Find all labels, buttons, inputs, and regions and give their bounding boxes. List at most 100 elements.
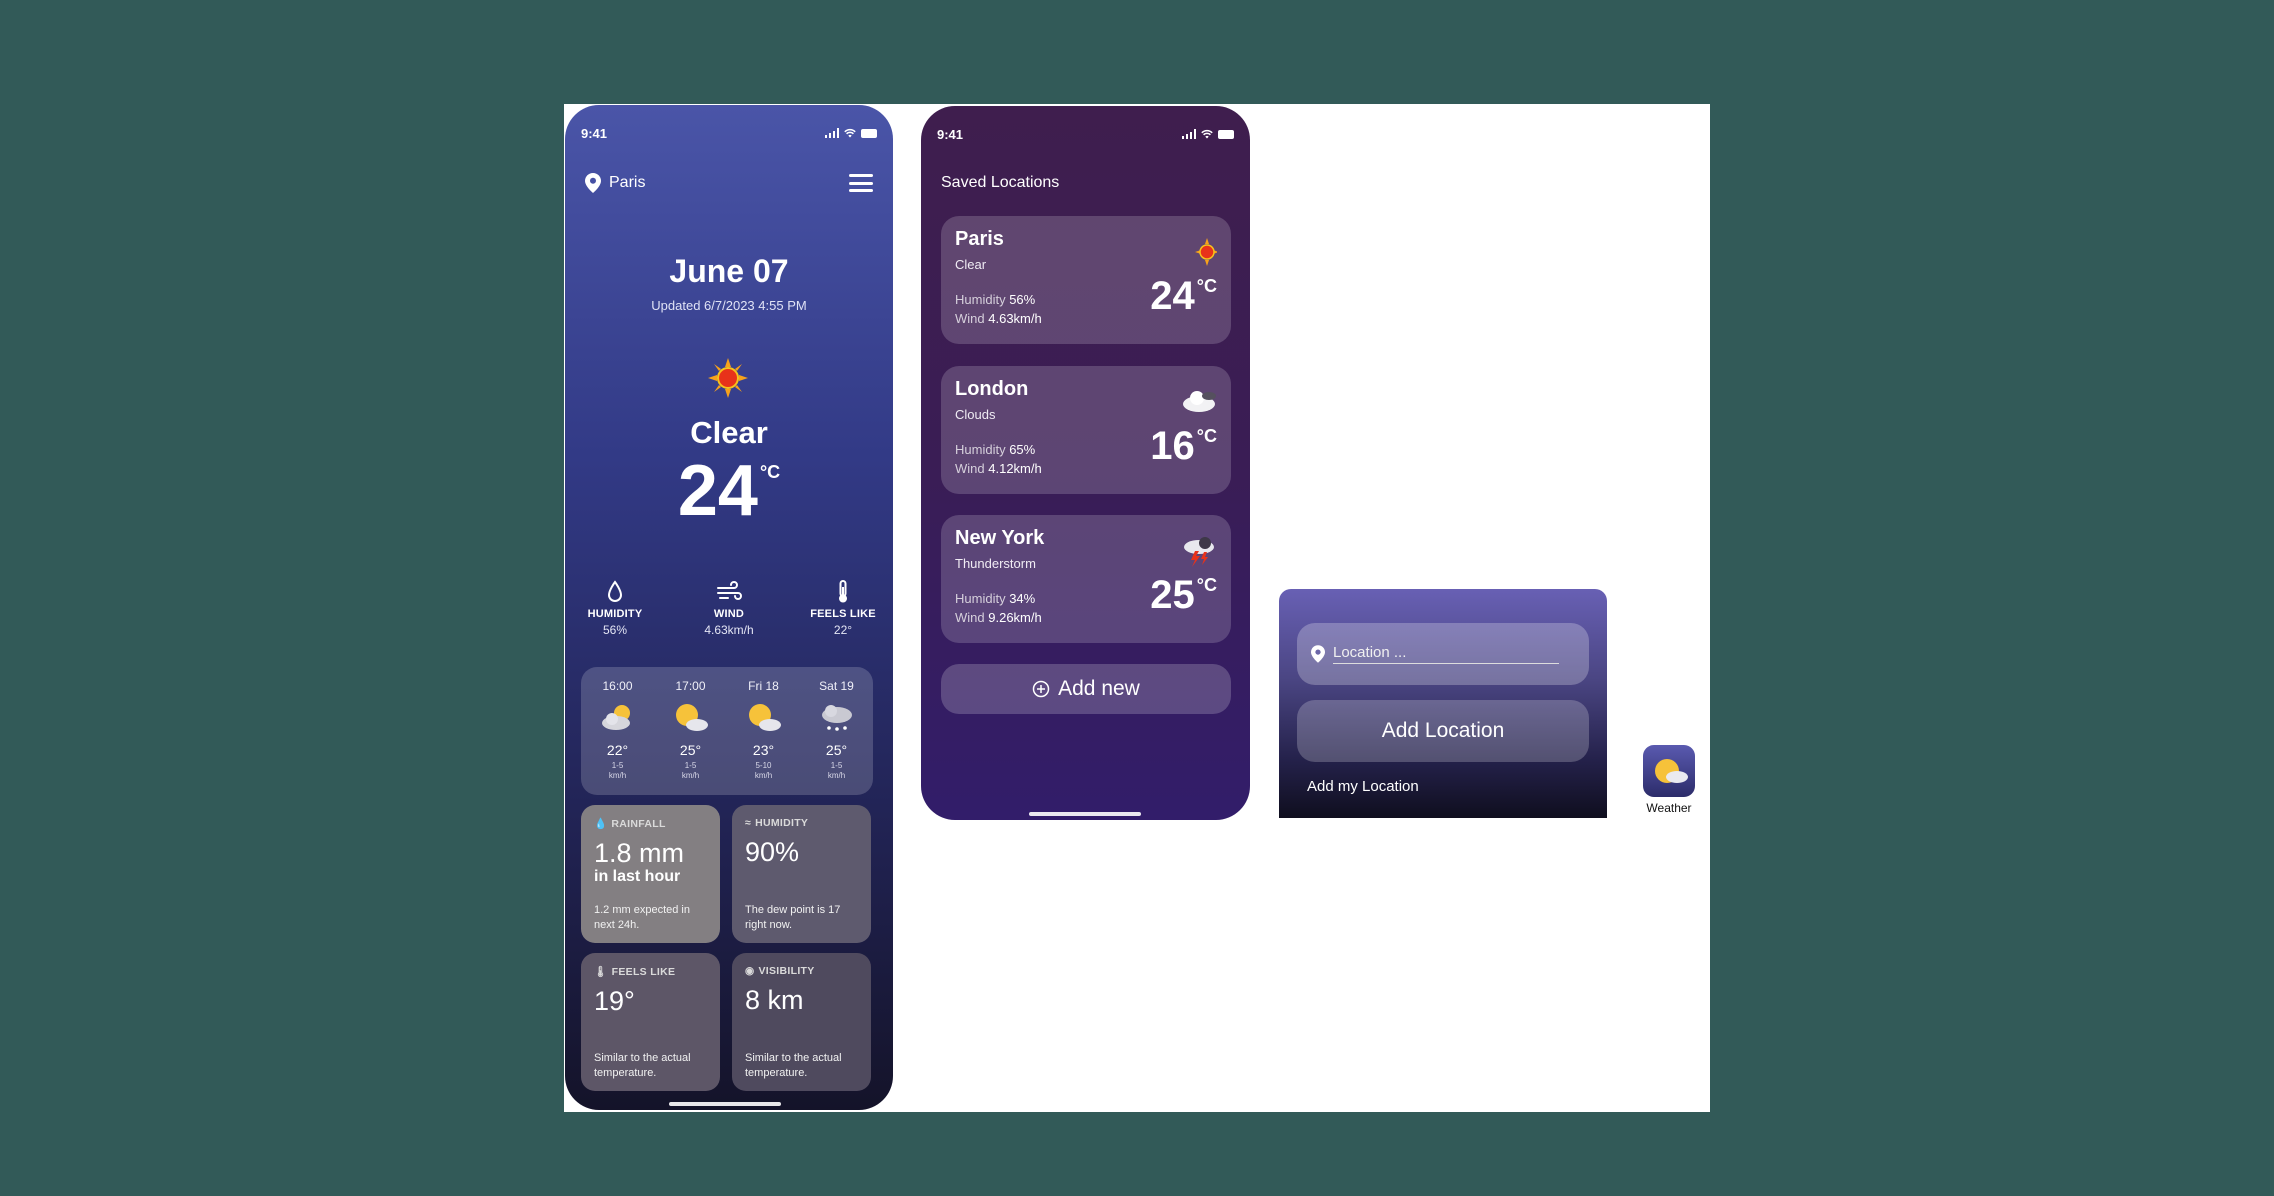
sun-behind-cloud-icon xyxy=(1655,759,1688,783)
forecast-wind-value: 1-5 xyxy=(684,761,697,770)
forecast-temp: 23° xyxy=(752,742,775,758)
location-name: Paris xyxy=(609,174,646,191)
weather-detail-screen: 9:41 Paris June 07 Updated 6/7/2023 4:55… xyxy=(565,105,893,1110)
plus-circle-icon xyxy=(1032,680,1050,698)
temperature-value: 24 xyxy=(677,451,758,531)
location-pin-icon xyxy=(585,173,601,193)
wind-value: 9.26km/h xyxy=(988,610,1042,625)
status-bar: 9:41 xyxy=(581,123,877,143)
card-temperature: 25 °C xyxy=(1150,573,1217,618)
home-indicator[interactable] xyxy=(669,1102,781,1106)
add-new-button[interactable]: Add new xyxy=(941,664,1231,714)
stat-value: 22° xyxy=(833,623,853,637)
app-icon-label: Weather xyxy=(1646,801,1692,815)
forecast-wind-unit: km/h xyxy=(827,770,846,780)
location-input-wrapper[interactable] xyxy=(1297,623,1589,685)
saved-locations-screen: 9:41 Saved Locations Paris Clear Humidit… xyxy=(921,106,1250,820)
humidity-icon: ≈ xyxy=(745,817,752,829)
temperature-value: 16 xyxy=(1150,424,1195,468)
tile-note: The dew point is 17 right now. xyxy=(745,904,841,932)
forecast-wind-unit: km/h xyxy=(608,770,627,780)
sun-behind-cloud-icon xyxy=(675,704,708,731)
battery-icon xyxy=(1218,129,1234,139)
weather-app-icon[interactable] xyxy=(1643,745,1695,797)
sun-icon xyxy=(708,358,748,398)
tile-note: 1.2 mm expected in next 24h. xyxy=(594,904,690,932)
temperature-unit: °C xyxy=(1196,276,1217,296)
humidity-value: 56% xyxy=(1009,292,1036,307)
thunderstorm-icon xyxy=(1184,537,1214,567)
humidity-label: Humidity xyxy=(955,292,1006,307)
add-new-label: Add new xyxy=(1058,677,1140,700)
droplet-icon: 💧 xyxy=(594,818,608,830)
stats-row: HUMIDITY 56% WIND 4.63km/h FEELS LIKE 22… xyxy=(575,580,883,637)
temperature-value: 24 xyxy=(1150,274,1195,318)
forecast-time: 17:00 xyxy=(675,679,706,693)
add-location-button[interactable]: Add Location xyxy=(1297,700,1589,762)
location-card-london[interactable]: London Clouds Humidity 65% Wind 4.12km/h… xyxy=(941,366,1231,494)
thermometer-icon: 🌡 xyxy=(594,966,608,978)
temperature-value: 25 xyxy=(1150,573,1195,617)
status-bar: 9:41 xyxy=(937,124,1234,144)
humidity-tile: ≈ HUMIDITY 90% The dew point is 17 right … xyxy=(732,805,871,943)
card-temperature: 24 °C xyxy=(1150,274,1217,319)
forecast-temp: 25° xyxy=(679,742,702,758)
visibility-tile: ◉ VISIBILITY 8 km Similar to the actual t… xyxy=(732,953,871,1091)
forecast-item: Sat 19 25° 1-5 km/h xyxy=(807,679,867,795)
page-title: Saved Locations xyxy=(941,174,1060,191)
partly-cloudy-icon xyxy=(601,705,630,730)
hourly-forecast[interactable]: 16:00 22° 1-5 km/h 17:00 25° 1-5 km/h Fri … xyxy=(581,667,873,795)
tile-value: 19° xyxy=(594,986,635,1016)
tile-subvalue: in last hour xyxy=(594,868,681,885)
wind-value: 4.63km/h xyxy=(988,311,1042,326)
temperature-unit: °C xyxy=(759,462,781,482)
location-card-paris[interactable]: Paris Clear Humidity 56% Wind 4.63km/h 2… xyxy=(941,216,1231,344)
menu-icon[interactable] xyxy=(849,174,873,192)
stat-humidity: HUMIDITY 56% xyxy=(575,580,655,637)
signal-icon xyxy=(1181,129,1196,139)
tile-value: 8 km xyxy=(745,985,804,1015)
location-input[interactable] xyxy=(1333,644,1559,664)
tile-label: VISIBILITY xyxy=(758,965,815,977)
tile-note: Similar to the actual temperature. xyxy=(594,1052,691,1080)
forecast-item: Fri 18 23° 5-10 km/h xyxy=(734,679,794,795)
forecast-wind-value: 1-5 xyxy=(830,761,843,770)
signal-icon xyxy=(824,128,839,138)
add-location-panel: Add Location Add my Location xyxy=(1279,589,1607,818)
battery-icon xyxy=(861,128,877,138)
feels-like-tile: 🌡 FEELS LIKE 19° Similar to the actual te… xyxy=(581,953,720,1091)
forecast-wind-unit: km/h xyxy=(754,770,773,780)
wind-label: Wind xyxy=(955,461,985,476)
location-card-new-york[interactable]: New York Thunderstorm Humidity 34% Wind … xyxy=(941,515,1231,643)
forecast-temp: 22° xyxy=(606,742,629,758)
current-location[interactable]: Paris xyxy=(585,173,645,193)
home-indicator[interactable] xyxy=(1029,812,1141,816)
wind-icon xyxy=(717,581,742,600)
tile-note: Similar to the actual temperature. xyxy=(745,1052,842,1080)
humidity-value: 65% xyxy=(1009,442,1036,457)
card-temperature: 16 °C xyxy=(1150,424,1217,469)
forecast-item: 16:00 22° 1-5 km/h xyxy=(588,679,648,795)
cloud-icon xyxy=(1183,391,1216,412)
stat-wind: WIND 4.63km/h xyxy=(689,580,769,637)
date-heading: June 07 xyxy=(669,253,789,289)
current-temperature: 24 °C xyxy=(565,450,893,532)
thermometer-icon xyxy=(839,580,847,603)
wifi-icon xyxy=(844,128,856,138)
forecast-wind-value: 5-10 xyxy=(755,761,772,770)
add-my-location-link[interactable]: Add my Location xyxy=(1307,778,1419,795)
status-time: 9:41 xyxy=(937,126,964,142)
stat-label: WIND xyxy=(713,608,745,620)
forecast-time: Sat 19 xyxy=(819,679,854,693)
forecast-wind-value: 1-5 xyxy=(611,761,624,770)
tile-value: 1.8 mm xyxy=(594,838,685,868)
droplet-icon xyxy=(607,580,623,602)
humidity-label: Humidity xyxy=(955,591,1006,606)
sun-behind-cloud-icon xyxy=(748,704,781,731)
tile-label: RAINFALL xyxy=(611,817,666,830)
stat-label: HUMIDITY xyxy=(587,608,643,620)
tile-label: FEELS LIKE xyxy=(611,965,676,978)
tile-value: 90% xyxy=(745,837,800,867)
status-time: 9:41 xyxy=(581,125,608,141)
forecast-time: Fri 18 xyxy=(748,679,779,693)
